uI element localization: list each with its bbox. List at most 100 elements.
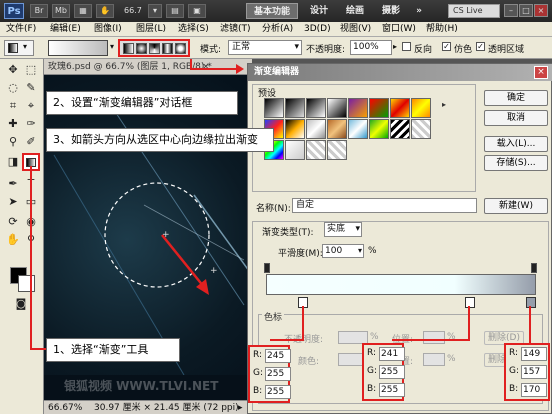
document-canvas[interactable]: + + [44, 75, 252, 375]
mode-select[interactable]: 正常 ▾ [228, 40, 302, 55]
b-input[interactable]: 255 [379, 383, 405, 397]
preset-swatch[interactable] [348, 98, 368, 118]
gradient-type-select[interactable]: 实底 ▾ [324, 222, 362, 237]
close-document-icon[interactable]: × [202, 59, 210, 75]
preset-swatch[interactable] [369, 119, 389, 139]
preset-swatch[interactable] [327, 98, 347, 118]
mini-bridge-icon[interactable]: Mb [52, 4, 70, 18]
color-stop-right[interactable] [526, 297, 536, 308]
bridge-icon[interactable]: Br [30, 4, 48, 18]
workspace-basic[interactable]: 基本功能 [246, 3, 298, 19]
preset-swatch[interactable] [327, 140, 347, 160]
preset-swatch[interactable] [306, 140, 326, 160]
elliptical-selection[interactable] [104, 182, 210, 288]
g-input[interactable]: 157 [521, 365, 547, 379]
preset-swatch[interactable] [285, 140, 305, 160]
preset-swatch[interactable] [369, 98, 389, 118]
workspace-photo[interactable]: 摄影 [374, 3, 408, 19]
reverse-checkbox[interactable] [402, 42, 411, 51]
dither-checkbox[interactable]: ✓ [442, 42, 451, 51]
gradient-swatch[interactable] [48, 40, 108, 56]
cs-live-button[interactable]: CS Live [448, 4, 500, 18]
opacity-slider-chevron-icon[interactable]: ▸ [393, 42, 397, 51]
load-button[interactable]: 载入(L)... [484, 136, 548, 152]
menu-window[interactable]: 窗口(W) [382, 23, 416, 36]
hand-tool-icon[interactable]: ✋ [6, 233, 20, 247]
menu-select[interactable]: 选择(S) [178, 23, 209, 36]
gradient-preview-bar[interactable] [266, 274, 536, 295]
g-input[interactable]: 255 [265, 367, 291, 381]
r-input[interactable]: 241 [379, 347, 405, 361]
hand-icon[interactable]: ✋ [96, 4, 114, 18]
status-zoom[interactable]: 66.67% [48, 402, 82, 414]
save-button[interactable]: 存储(S)... [484, 155, 548, 171]
zoom-dropdown-icon[interactable]: ▾ [148, 4, 162, 18]
preset-swatch[interactable] [411, 119, 431, 139]
status-arrow-icon[interactable]: ▸ [238, 402, 243, 414]
preset-swatch[interactable] [411, 98, 431, 118]
preset-swatch[interactable] [390, 98, 410, 118]
name-input[interactable]: 自定 [292, 198, 477, 213]
g-input[interactable]: 255 [379, 365, 405, 379]
preset-swatch[interactable] [348, 119, 368, 139]
r-input[interactable]: 149 [521, 347, 547, 361]
brush-tool-icon[interactable]: ✑ [24, 117, 38, 131]
opacity-stop-left[interactable] [264, 263, 270, 273]
arrange-documents-icon[interactable]: ▤ [166, 4, 184, 18]
quick-selection-tool-icon[interactable]: ✎ [24, 81, 38, 95]
menu-filter[interactable]: 滤镜(T) [220, 23, 251, 36]
pen-tool-icon[interactable]: ✒ [6, 177, 20, 191]
opacity-input[interactable]: 100% [350, 40, 392, 55]
healing-brush-tool-icon[interactable]: ✚ [6, 117, 20, 131]
ok-button[interactable]: 确定 [484, 90, 548, 106]
path-selection-tool-icon[interactable]: ➤ [6, 195, 20, 209]
3d-rotate-tool-icon[interactable]: ⟳ [6, 215, 20, 229]
quick-mask-icon[interactable]: ◙ [14, 297, 28, 311]
preset-swatch[interactable] [285, 98, 305, 118]
radial-gradient-icon[interactable] [136, 43, 147, 54]
zoom-level[interactable]: 66.7 [124, 4, 142, 18]
dialog-title[interactable]: 渐变编辑器 [248, 64, 552, 81]
background-color-swatch[interactable] [18, 275, 35, 292]
view-extras-icon[interactable]: ▦ [74, 4, 92, 18]
opacity-stop-right[interactable] [531, 263, 537, 273]
stop-color-location-input[interactable] [423, 353, 445, 366]
menu-analysis[interactable]: 分析(A) [262, 23, 293, 36]
workspace-paint[interactable]: 绘画 [338, 3, 372, 19]
smoothness-input[interactable]: 100 ▾ [322, 244, 364, 258]
lasso-tool-icon[interactable]: ◌ [6, 81, 20, 95]
b-input[interactable]: 255 [265, 385, 291, 399]
stop-opacity-location-input[interactable] [423, 331, 445, 344]
new-button[interactable]: 新建(W) [484, 198, 548, 214]
reflected-gradient-icon[interactable] [162, 43, 173, 54]
maximize-button[interactable]: □ [519, 4, 533, 17]
presets-menu-icon[interactable]: ▸ [442, 100, 446, 109]
more-workspaces-icon[interactable]: » [412, 3, 426, 19]
linear-gradient-icon[interactable] [123, 43, 134, 54]
menu-view[interactable]: 视图(V) [340, 23, 371, 36]
workspace-design[interactable]: 设计 [302, 3, 336, 19]
history-brush-tool-icon[interactable]: ✐ [24, 135, 38, 149]
preset-swatch[interactable] [327, 119, 347, 139]
document-tab[interactable]: 玫瑰6.psd @ 66.7% (图层 1, RGB/8) * × [44, 59, 252, 75]
r-input[interactable]: 245 [265, 349, 291, 363]
marquee-tool-icon[interactable]: ⬚ [24, 63, 38, 77]
eyedropper-tool-icon[interactable]: ⌖ [24, 99, 38, 113]
preset-swatch[interactable] [306, 119, 326, 139]
b-input[interactable]: 170 [521, 383, 547, 397]
preset-swatch[interactable] [390, 119, 410, 139]
menu-help[interactable]: 帮助(H) [426, 23, 458, 36]
cancel-button[interactable]: 取消 [484, 110, 548, 126]
tool-preset-picker[interactable]: ▾ [4, 40, 34, 56]
minimize-button[interactable]: – [504, 4, 518, 17]
close-window-button[interactable]: × [534, 4, 548, 17]
menu-layer[interactable]: 图层(L) [136, 23, 166, 36]
preset-swatch[interactable] [264, 98, 284, 118]
gradient-picker-chevron-icon[interactable]: ▾ [110, 42, 114, 51]
eraser-tool-icon[interactable]: ◨ [6, 155, 20, 169]
angle-gradient-icon[interactable] [149, 43, 160, 54]
menu-3d[interactable]: 3D(D) [304, 23, 331, 36]
smoothness-dropdown-icon[interactable]: ▾ [358, 245, 362, 257]
menu-edit[interactable]: 编辑(E) [50, 23, 81, 36]
screen-mode-icon[interactable]: ▣ [188, 4, 206, 18]
